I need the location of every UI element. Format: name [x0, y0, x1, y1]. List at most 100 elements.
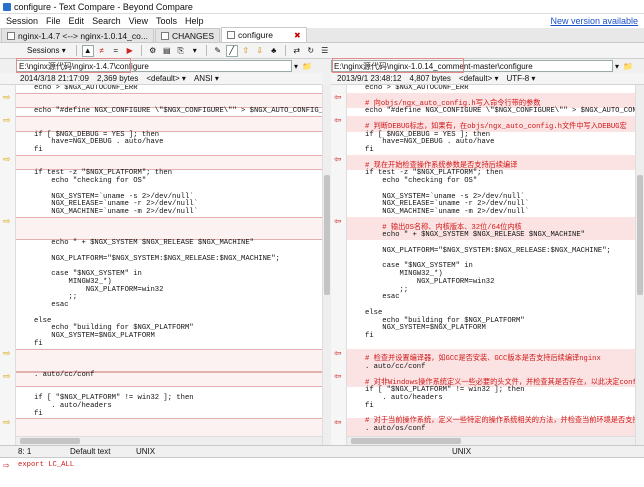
- menu-tools[interactable]: Tools: [152, 16, 181, 26]
- code-line: . auto/os/conf: [365, 425, 426, 433]
- diff-arrow-icon[interactable]: ⇨: [3, 348, 12, 357]
- toolbar-separator: [284, 45, 286, 56]
- format-icon[interactable]: ▤: [161, 45, 173, 57]
- right-encoding-dropdown[interactable]: UTF-8 ▾: [507, 74, 536, 83]
- tab-label: configure: [238, 30, 273, 40]
- diff-arrow-icon[interactable]: ⇨: [3, 371, 12, 380]
- close-tab-icon[interactable]: ✖: [294, 31, 301, 40]
- menu-help[interactable]: Help: [181, 16, 208, 26]
- right-path-input[interactable]: E:\nginx源代码\nginx-1.0.14_comment-master\…: [331, 60, 613, 72]
- scroll-thumb[interactable]: [637, 175, 643, 295]
- left-gutter: ⇨ ⇨ ⇨ ⇨ ⇨ ⇨ ⇨: [0, 85, 16, 445]
- rules-icon[interactable]: ⚙: [147, 45, 159, 57]
- reload-icon[interactable]: ↻: [305, 45, 317, 57]
- left-path-input[interactable]: E:\nginx源代码\nginx-1.4.7\configure: [16, 60, 292, 72]
- menu-file[interactable]: File: [42, 16, 65, 26]
- right-format-dropdown[interactable]: <default> ▾: [459, 74, 499, 83]
- edit-icon[interactable]: ✎: [212, 45, 224, 57]
- right-timestamp: 2013/9/1 23:48:12: [337, 74, 402, 83]
- code-line: fi: [365, 332, 374, 340]
- left-info-row: 2014/3/18 21:17:09 2,369 bytes <default>…: [0, 73, 322, 85]
- code-line: NGX_SYSTEM=$NGX_PLATFORM: [34, 332, 155, 340]
- diff-arrow-icon[interactable]: ⇨: [3, 154, 12, 163]
- left-browse-icon[interactable]: ▾: [292, 62, 300, 71]
- app-window: configure - Text Compare - Beyond Compar…: [0, 0, 644, 487]
- code-line: echo > $NGX_AUTOCONF_ERR: [365, 85, 469, 92]
- diff-arrow-icon[interactable]: ⇦: [334, 92, 343, 101]
- prev-diff-icon[interactable]: ⇧: [240, 45, 252, 57]
- next-diff-icon[interactable]: ⇩: [254, 45, 266, 57]
- menu-search[interactable]: Search: [88, 16, 125, 26]
- diff-arrow-icon[interactable]: ⇦: [334, 418, 343, 427]
- code-line: . auto/headers: [34, 401, 112, 410]
- diff-arrow-icon[interactable]: ⇦: [334, 371, 343, 380]
- left-encoding-dropdown[interactable]: ANSI ▾: [194, 74, 219, 83]
- binoculars-icon[interactable]: ♣: [268, 45, 280, 57]
- code-line: NGX_PLATFORM="$NGX_SYSTEM:$NGX_RELEASE:$…: [365, 246, 611, 255]
- code-line: echo "#define NGX_CONFIGURE \"$NGX_CONFI…: [34, 107, 322, 116]
- menu-view[interactable]: View: [125, 16, 152, 26]
- scroll-thumb[interactable]: [324, 175, 330, 295]
- diff-arrow-icon[interactable]: ⇦: [334, 216, 343, 225]
- left-vertical-scrollbar[interactable]: [322, 85, 331, 445]
- left-folder-icon[interactable]: 📁: [300, 62, 314, 71]
- right-vertical-scrollbar[interactable]: [635, 85, 644, 445]
- diff-arrow-icon[interactable]: ⇨: [3, 418, 12, 427]
- session-settings-icon[interactable]: ▾: [189, 45, 201, 57]
- left-horizontal-scrollbar[interactable]: [16, 436, 322, 445]
- diff-arrow-icon[interactable]: ⇦: [334, 348, 343, 357]
- title-bar: configure - Text Compare - Beyond Compar…: [0, 0, 644, 14]
- diff-arrow-icon[interactable]: ⇨: [3, 116, 12, 125]
- left-text-pane[interactable]: echo > $NGX_AUTOCONF_ERR echo "#define NG…: [16, 85, 322, 445]
- menu-session[interactable]: Session: [2, 16, 42, 26]
- cursor-position: 8: 1: [18, 447, 32, 456]
- context-icon[interactable]: ▶: [124, 45, 136, 57]
- show-same-icon[interactable]: =: [110, 45, 122, 57]
- right-folder-icon[interactable]: 📁: [621, 62, 635, 71]
- line-details-pane: ⇨ export LC_ALL: [0, 457, 644, 487]
- show-all-icon[interactable]: ▲: [81, 44, 94, 57]
- sessions-button[interactable]: Sessions ▾: [22, 45, 71, 57]
- diff-arrow-icon[interactable]: ⇨: [3, 92, 12, 101]
- diff-arrow-icon[interactable]: ⇦: [334, 116, 343, 125]
- diff-arrow-icon[interactable]: ⇨: [3, 216, 12, 225]
- options-icon[interactable]: ☰: [319, 45, 331, 57]
- swap-icon[interactable]: ⇄: [291, 45, 303, 57]
- scroll-thumb[interactable]: [20, 438, 80, 444]
- copy-icon[interactable]: ⎘: [175, 45, 187, 57]
- right-horizontal-scrollbar[interactable]: [347, 436, 635, 445]
- code-line: echo "#define NGX_CONFIGURE \"$NGX_CONFI…: [365, 107, 635, 116]
- code-line: fi: [34, 409, 43, 418]
- left-format-dropdown[interactable]: <default> ▾: [146, 74, 186, 83]
- code-line: . auto/cc/conf: [365, 363, 426, 371]
- scroll-thumb[interactable]: [351, 438, 461, 444]
- code-line: have=NGX_DEBUG . auto/have: [365, 138, 495, 147]
- right-browse-icon[interactable]: ▾: [613, 62, 621, 71]
- tab-changes[interactable]: CHANGES: [154, 28, 220, 42]
- folder-compare-icon: [7, 31, 15, 40]
- code-line: NGX_MACHINE=`uname -m 2>/dev/null`: [34, 208, 198, 216]
- code-line: fi: [365, 401, 374, 410]
- diff-arrow-icon[interactable]: ⇦: [334, 154, 343, 163]
- wrap-icon[interactable]: ╱: [225, 44, 238, 57]
- menu-edit[interactable]: Edit: [65, 16, 89, 26]
- left-line-ending: UNIX: [136, 447, 156, 456]
- code-line: . auto/headers: [365, 394, 443, 402]
- right-text-pane[interactable]: echo > $NGX_AUTOCONF_ERR # 向objs/ngx_auto…: [347, 85, 635, 445]
- update-link[interactable]: New version available: [546, 16, 644, 26]
- tab-configure[interactable]: configure ✖: [221, 27, 307, 42]
- tab-folder-compare[interactable]: nginx-1.4.7 <--> nginx-1.0.14_co...: [1, 28, 154, 42]
- toolbar-separator: [140, 45, 142, 56]
- menu-bar: Session File Edit Search View Tools Help…: [0, 14, 644, 28]
- show-diffs-icon[interactable]: ≠: [96, 45, 108, 57]
- code-line: echo " + $NGX_SYSTEM $NGX_RELEASE $NGX_M…: [34, 239, 254, 247]
- code-line: echo "checking for OS": [365, 177, 478, 185]
